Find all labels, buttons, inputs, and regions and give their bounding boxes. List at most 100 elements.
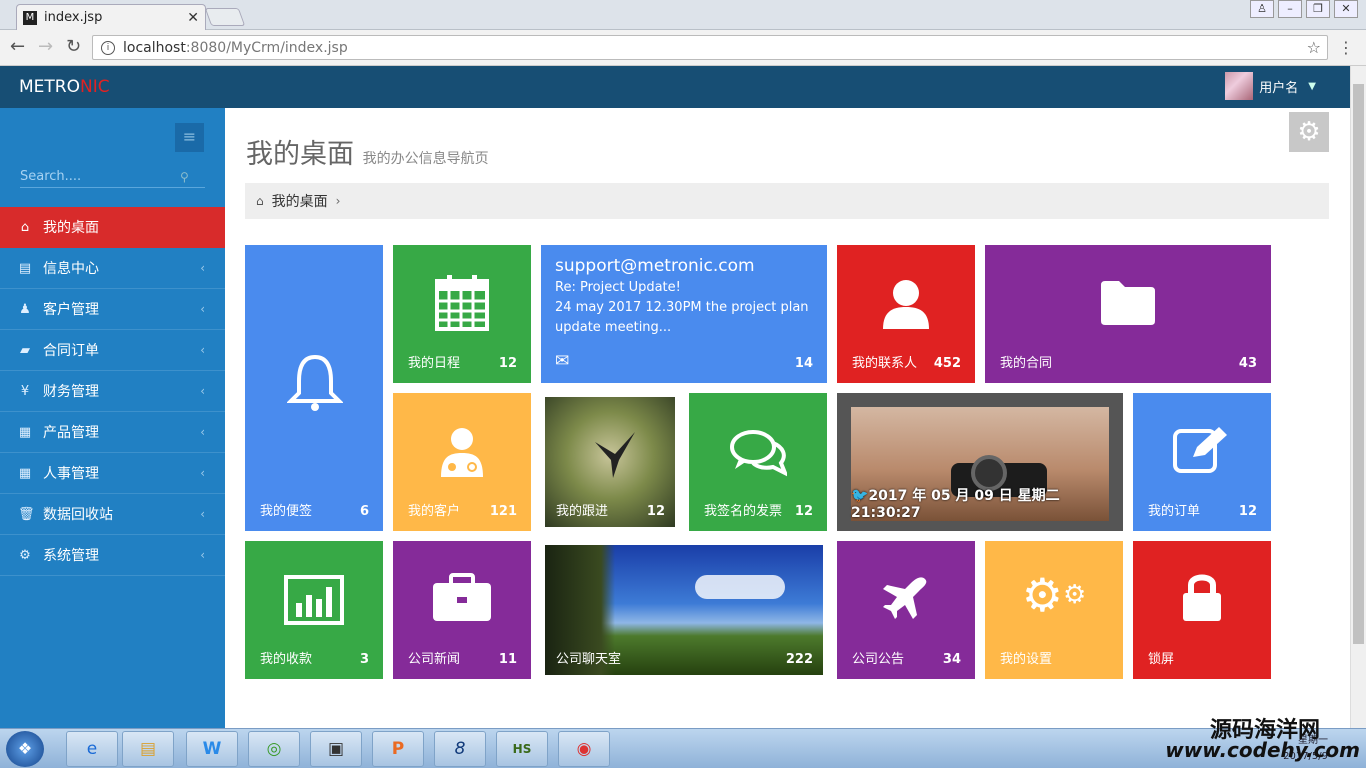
calendar-icon	[435, 275, 489, 331]
tab-title: index.jsp	[44, 10, 103, 25]
ie-app-icon[interactable]: e	[66, 731, 118, 767]
envelope-icon: ✉	[555, 351, 570, 371]
chevron-left-icon: ‹	[200, 425, 205, 439]
sidebar-item-hr[interactable]: ▦ 人事管理 ‹	[0, 453, 225, 494]
plane-icon	[883, 577, 927, 619]
close-window-button[interactable]: ✕	[1334, 0, 1358, 18]
sidebar-item-contracts[interactable]: ▰ 合同订单 ‹	[0, 330, 225, 371]
tile-label: 我签名的发票	[704, 504, 783, 519]
breadcrumb-item[interactable]: 我的桌面	[272, 191, 328, 211]
tile-news[interactable]: 公司新闻 11	[393, 541, 531, 679]
scrollbar-thumb[interactable]	[1353, 84, 1364, 644]
wps-app-icon[interactable]: W	[186, 731, 238, 767]
folder-icon	[1101, 281, 1155, 325]
theme-settings-button[interactable]: ⚙	[1289, 112, 1329, 152]
browser-tab[interactable]: M index.jsp ✕	[16, 4, 206, 30]
tile-contracts[interactable]: 我的合同 43	[985, 245, 1271, 383]
tile-mail[interactable]: support@metronic.com Re: Project Update!…	[541, 245, 827, 383]
sidebar-item-info[interactable]: ▤ 信息中心 ‹	[0, 248, 225, 289]
presentation-app-icon[interactable]: P	[372, 731, 424, 767]
logo-main: METRO	[19, 77, 80, 97]
back-icon[interactable]: ←	[10, 36, 25, 57]
user-menu[interactable]: 用户名 ▼	[1225, 72, 1316, 100]
hbuilder-app-icon[interactable]: HS	[496, 731, 548, 767]
tile-label: 我的联系人	[852, 356, 918, 371]
tile-label: 我的合同	[1000, 356, 1053, 371]
username: 用户名	[1259, 80, 1299, 96]
bookmark-star-icon[interactable]: ☆	[1307, 38, 1321, 57]
logo[interactable]: METRONIC	[19, 77, 110, 97]
mail-from: support@metronic.com	[555, 256, 755, 276]
tile-label: 我的日程	[408, 356, 461, 371]
page-subtitle: 我的办公信息导航页	[362, 151, 489, 167]
tile-invoices[interactable]: 我签名的发票 12	[689, 393, 827, 531]
search-icon[interactable]: ⚲	[180, 170, 189, 184]
sidebar-item-desktop[interactable]: ⌂ 我的桌面	[0, 207, 225, 248]
explorer-app-icon[interactable]: ▤	[122, 731, 174, 767]
comments-icon	[730, 430, 787, 477]
chevron-left-icon: ‹	[200, 261, 205, 275]
address-bar[interactable]: i localhost:8080/MyCrm/index.jsp ☆	[92, 35, 1328, 60]
chevron-left-icon: ‹	[200, 302, 205, 316]
start-button[interactable]: ❖	[6, 731, 44, 767]
logo-accent: NIC	[80, 77, 110, 97]
page-scrollbar[interactable]	[1350, 66, 1366, 728]
browser-tab-strip: M index.jsp ✕ ♙ – ❐ ✕	[0, 0, 1366, 30]
browser-menu-icon[interactable]: ⋮	[1338, 38, 1354, 57]
tile-orders[interactable]: 我的订单 12	[1133, 393, 1271, 531]
sidebar-item-recycle[interactable]: 🗑 数据回收站 ‹	[0, 494, 225, 535]
mobile-app-icon[interactable]: ▣	[310, 731, 362, 767]
minimize-button[interactable]: –	[1278, 0, 1302, 18]
page-title: 我的桌面 我的办公信息导航页	[246, 132, 489, 171]
sidebar-item-label: 合同订单	[43, 343, 99, 359]
sidebar-item-label: 数据回收站	[43, 507, 113, 523]
os-taskbar: ❖ e ▤ W ◎ ▣ P 8 HS ◉ 星期一 2017/5/9	[0, 728, 1366, 768]
tile-label: 公司新闻	[408, 652, 461, 667]
tile-receipts[interactable]: 我的收款 3	[245, 541, 383, 679]
tile-label: 公司公告	[852, 652, 905, 667]
tile-count: 43	[1238, 356, 1257, 371]
restore-button[interactable]: ❐	[1306, 0, 1330, 18]
tile-label: 我的便签	[260, 504, 313, 519]
sidebar-item-label: 系统管理	[43, 548, 99, 564]
tile-lock[interactable]: 锁屏	[1133, 541, 1271, 679]
tile-schedule[interactable]: 我的日程 12	[393, 245, 531, 383]
reload-icon[interactable]: ↻	[66, 36, 81, 57]
sidebar-item-finance[interactable]: ¥ 财务管理 ‹	[0, 371, 225, 412]
forward-icon[interactable]: →	[38, 36, 53, 57]
sidebar-item-products[interactable]: ▦ 产品管理 ‹	[0, 412, 225, 453]
eclipse-app-icon[interactable]: 8	[434, 731, 486, 767]
sidebar-item-label: 财务管理	[43, 384, 99, 400]
tile-followup[interactable]: 我的跟进 12	[541, 393, 679, 531]
tile-contacts[interactable]: 我的联系人 452	[837, 245, 975, 383]
tile-customers[interactable]: 我的客户 121	[393, 393, 531, 531]
tile-announce[interactable]: 公司公告 34	[837, 541, 975, 679]
tile-settings[interactable]: ⚙⚙ 我的设置	[985, 541, 1123, 679]
tile-clock[interactable]: 🐦2017 年 05 月 09 日 星期二 21:30:27	[837, 393, 1123, 531]
book-icon: ▰	[20, 342, 30, 358]
new-tab-button[interactable]	[204, 8, 246, 26]
app-header: METRONIC 用户名 ▼	[0, 66, 1350, 108]
sidebar-toggle-button[interactable]: ≡	[175, 123, 204, 152]
info-icon[interactable]: i	[101, 40, 115, 55]
sidebar-item-system[interactable]: ⚙ 系统管理 ‹	[0, 535, 225, 576]
tile-count: 12	[646, 504, 665, 519]
table-icon: ▦	[18, 465, 32, 481]
main-content: 我的桌面 我的办公信息导航页 ⚙ ⌂ 我的桌面 › 我的便签 6 我的日程 12…	[225, 108, 1350, 728]
browser-360-app-icon[interactable]: ◎	[248, 731, 300, 767]
tile-label: 公司聊天室	[556, 652, 622, 667]
sidebar-menu: ⌂ 我的桌面 ▤ 信息中心 ‹ ♟ 客户管理 ‹ ▰ 合同订单 ‹ ¥ 财务管理 ‹ ▦ 产品管理 ‹…	[0, 207, 225, 576]
page-title-text: 我的桌面	[246, 139, 354, 170]
sidebar-search: ⚲	[20, 166, 205, 188]
tile-chat[interactable]: 公司聊天室 222	[541, 541, 827, 679]
profile-icon[interactable]: ♙	[1250, 0, 1274, 18]
search-input[interactable]	[20, 169, 180, 184]
tile-notes[interactable]: 我的便签 6	[245, 245, 383, 531]
sidebar-item-customers[interactable]: ♟ 客户管理 ‹	[0, 289, 225, 330]
sidebar-item-label: 人事管理	[43, 466, 99, 482]
briefcase-icon	[433, 573, 491, 621]
info-icon: ▤	[18, 260, 32, 276]
clock-value: 2017 年 05 月 09 日 星期二 21:30:27	[851, 488, 1060, 521]
chrome-app-icon[interactable]: ◉	[558, 731, 610, 767]
close-tab-icon[interactable]: ✕	[187, 10, 199, 26]
